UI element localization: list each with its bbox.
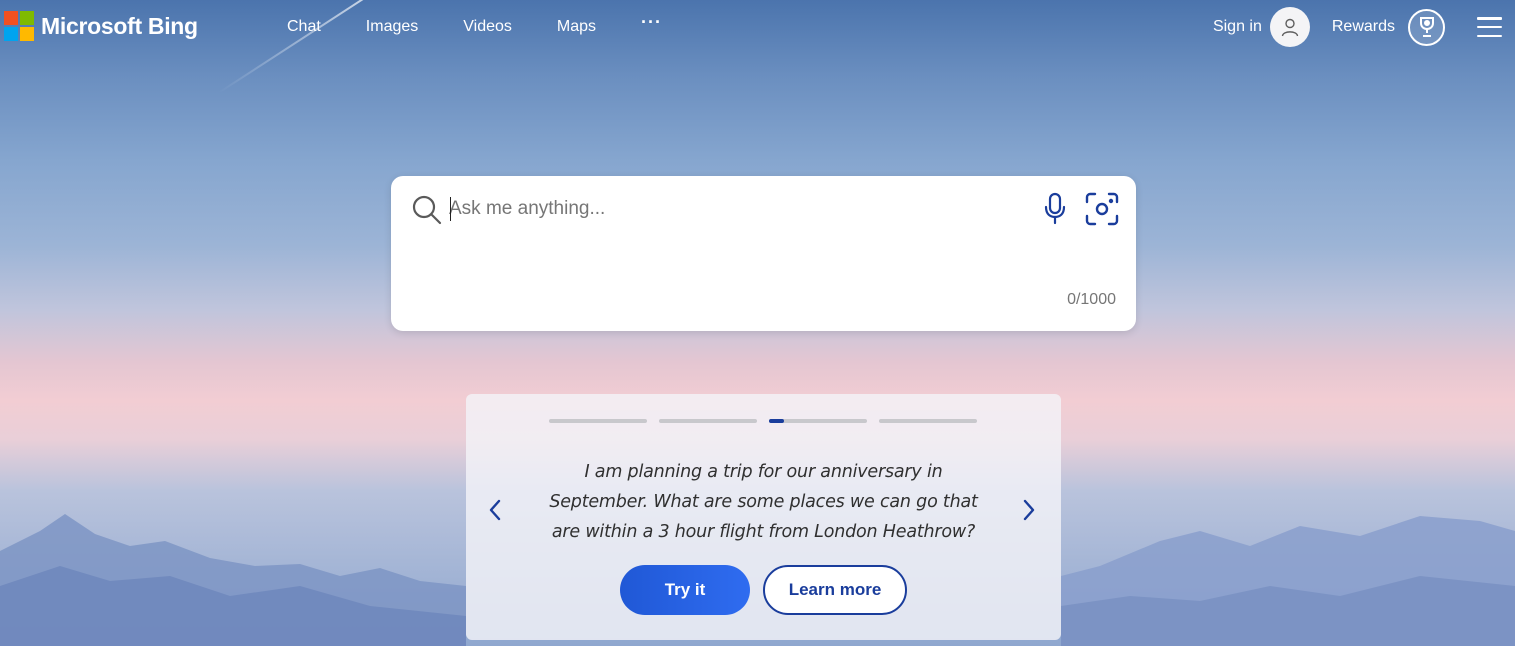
header-right-tools: Sign in Rewards — [1213, 7, 1515, 47]
nav-chat[interactable]: Chat — [287, 18, 321, 39]
search-input[interactable] — [449, 195, 1019, 223]
logo-square-blue — [4, 27, 18, 41]
text-caret — [450, 197, 451, 221]
nav-more-button[interactable]: ··· — [641, 12, 662, 33]
carousel-progress-segment[interactable] — [879, 419, 977, 423]
nav-maps[interactable]: Maps — [557, 18, 596, 39]
logo-square-green — [20, 11, 34, 25]
main-nav: Chat Images Videos Maps ··· — [287, 12, 662, 39]
suggestion-prompt-text: I am planning a trip for our anniversary… — [549, 462, 978, 542]
logo-square-yellow — [20, 27, 34, 41]
trophy-icon[interactable] — [1408, 8, 1445, 46]
carousel-progress-segment-active[interactable] — [769, 419, 867, 423]
search-icon — [411, 194, 443, 231]
carousel-progress-segment[interactable] — [659, 419, 757, 423]
user-avatar-icon[interactable] — [1269, 7, 1310, 47]
try-it-button[interactable]: Try it — [620, 565, 750, 615]
microsoft-logo-icon — [4, 11, 34, 41]
brand-name: Microsoft Bing — [41, 12, 198, 39]
suggestion-card: I am planning a trip for our anniversary… — [466, 394, 1061, 640]
chevron-right-icon[interactable] — [1022, 498, 1036, 527]
rewards-link[interactable]: Rewards — [1332, 18, 1395, 36]
character-counter: 0/1000 — [1067, 291, 1116, 308]
visual-search-icon[interactable] — [1085, 192, 1119, 231]
logo-square-red — [4, 11, 18, 25]
carousel-progress — [549, 419, 989, 423]
carousel-progress-segment[interactable] — [549, 419, 647, 423]
search-box: 0/1000 — [391, 176, 1136, 331]
bing-logo[interactable]: Microsoft Bing — [4, 11, 198, 41]
learn-more-button[interactable]: Learn more — [763, 565, 907, 615]
nav-videos[interactable]: Videos — [463, 18, 512, 39]
chevron-left-icon[interactable] — [488, 498, 502, 527]
sign-in-link[interactable]: Sign in — [1213, 18, 1262, 36]
hamburger-menu-icon[interactable] — [1477, 17, 1502, 37]
microphone-icon[interactable] — [1043, 192, 1067, 231]
nav-images[interactable]: Images — [366, 18, 418, 39]
carousel-progress-fill — [769, 419, 784, 423]
top-header: Microsoft Bing Chat Images Videos Maps ·… — [0, 0, 1515, 56]
